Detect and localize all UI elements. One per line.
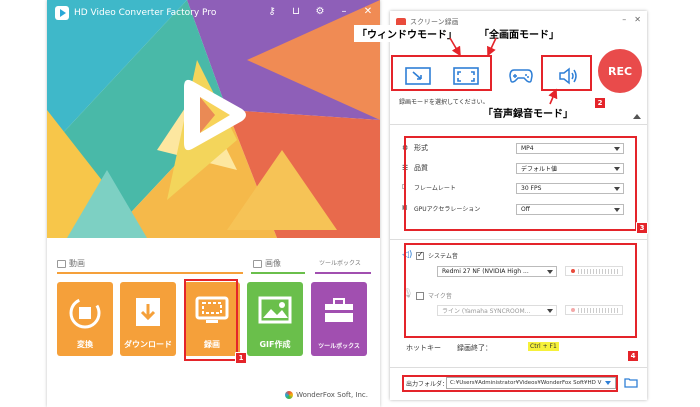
key-icon[interactable]: ⚷ bbox=[266, 6, 278, 17]
badge-4: 4 bbox=[627, 350, 639, 362]
tile-gif[interactable]: GIF作成 bbox=[247, 282, 303, 356]
image-divider bbox=[251, 272, 305, 274]
tile-convert-label: 変換 bbox=[77, 340, 93, 349]
tile-download[interactable]: ダウンロード bbox=[120, 282, 176, 356]
hotkey-key: Ctrl + F1 bbox=[528, 342, 559, 351]
divider bbox=[390, 124, 647, 125]
section-toolbox: ツールボックス bbox=[319, 258, 361, 267]
convert-icon bbox=[69, 297, 101, 329]
recorder-window-controls: – ✕ bbox=[622, 15, 641, 24]
divider bbox=[390, 239, 647, 240]
footer-brand: WonderFox Soft, Inc. bbox=[285, 391, 368, 399]
game-mode-button[interactable] bbox=[500, 61, 542, 91]
wonderfox-logo-icon bbox=[285, 391, 294, 399]
section-image: 画像 bbox=[253, 258, 281, 269]
divider bbox=[390, 367, 647, 368]
app-logo-icon bbox=[55, 6, 69, 20]
folder-icon[interactable] bbox=[624, 377, 638, 388]
download-icon bbox=[136, 298, 160, 326]
app-title-text: HD Video Converter Factory Pro bbox=[74, 8, 217, 18]
section-toolbox-label: ツールボックス bbox=[319, 260, 361, 267]
settings-icon[interactable]: ⚙ bbox=[314, 6, 326, 17]
highlight-audio-sources bbox=[404, 243, 637, 338]
video-section-icon bbox=[57, 259, 66, 268]
highlight-settings bbox=[404, 136, 637, 231]
gif-image-icon bbox=[258, 296, 292, 324]
toolbox-divider bbox=[315, 272, 371, 274]
footer-text: WonderFox Soft, Inc. bbox=[296, 391, 368, 399]
cart-icon[interactable]: ⊔ bbox=[290, 6, 302, 17]
callout-audio-mode: 「音声録音モード」 bbox=[480, 104, 576, 121]
badge-1: 1 bbox=[235, 352, 247, 364]
hotkey-action: 録画終了： bbox=[457, 344, 492, 352]
mode-hint: 録画モードを選択してください。 bbox=[399, 99, 489, 106]
highlight-audio-mode bbox=[541, 55, 592, 91]
collapse-arrow-icon[interactable] bbox=[633, 114, 641, 119]
tile-toolbox[interactable]: ツールボックス bbox=[311, 282, 367, 356]
rec-button[interactable]: REC bbox=[598, 49, 642, 93]
section-labels: 動画 画像 ツールボックス bbox=[57, 258, 370, 272]
section-image-label: 画像 bbox=[265, 259, 281, 268]
toolbox-icon bbox=[325, 298, 353, 322]
highlight-output-folder bbox=[402, 375, 618, 392]
video-divider bbox=[57, 272, 243, 274]
gamepad-icon bbox=[509, 69, 533, 83]
section-video-label: 動画 bbox=[69, 259, 85, 268]
image-section-icon bbox=[253, 259, 262, 268]
tile-gif-label: GIF作成 bbox=[259, 340, 291, 349]
app-title: HD Video Converter Factory Pro bbox=[55, 6, 216, 20]
window-controls: ⚷ ⊔ ⚙ – ✕ bbox=[266, 6, 374, 17]
hotkey-label: ホットキー bbox=[406, 344, 441, 352]
minimize-button[interactable]: – bbox=[622, 15, 626, 24]
section-video: 動画 bbox=[57, 258, 85, 269]
highlight-record-tile bbox=[184, 279, 238, 361]
tile-download-label: ダウンロード bbox=[124, 340, 172, 349]
badge-2: 2 bbox=[594, 97, 606, 109]
callout-fullscreen-mode: 「全画面モード」 bbox=[476, 25, 562, 42]
close-button[interactable]: ✕ bbox=[634, 15, 641, 24]
tile-convert[interactable]: 変換 bbox=[57, 282, 113, 356]
close-button[interactable]: ✕ bbox=[362, 6, 374, 17]
highlight-window-fullscreen bbox=[391, 55, 492, 91]
play-logo-icon bbox=[184, 79, 246, 151]
callout-window-mode: 「ウィンドウモード」 bbox=[354, 25, 460, 42]
badge-3: 3 bbox=[636, 222, 648, 234]
minimize-button[interactable]: – bbox=[338, 6, 350, 17]
tile-toolbox-label: ツールボックス bbox=[318, 343, 360, 350]
